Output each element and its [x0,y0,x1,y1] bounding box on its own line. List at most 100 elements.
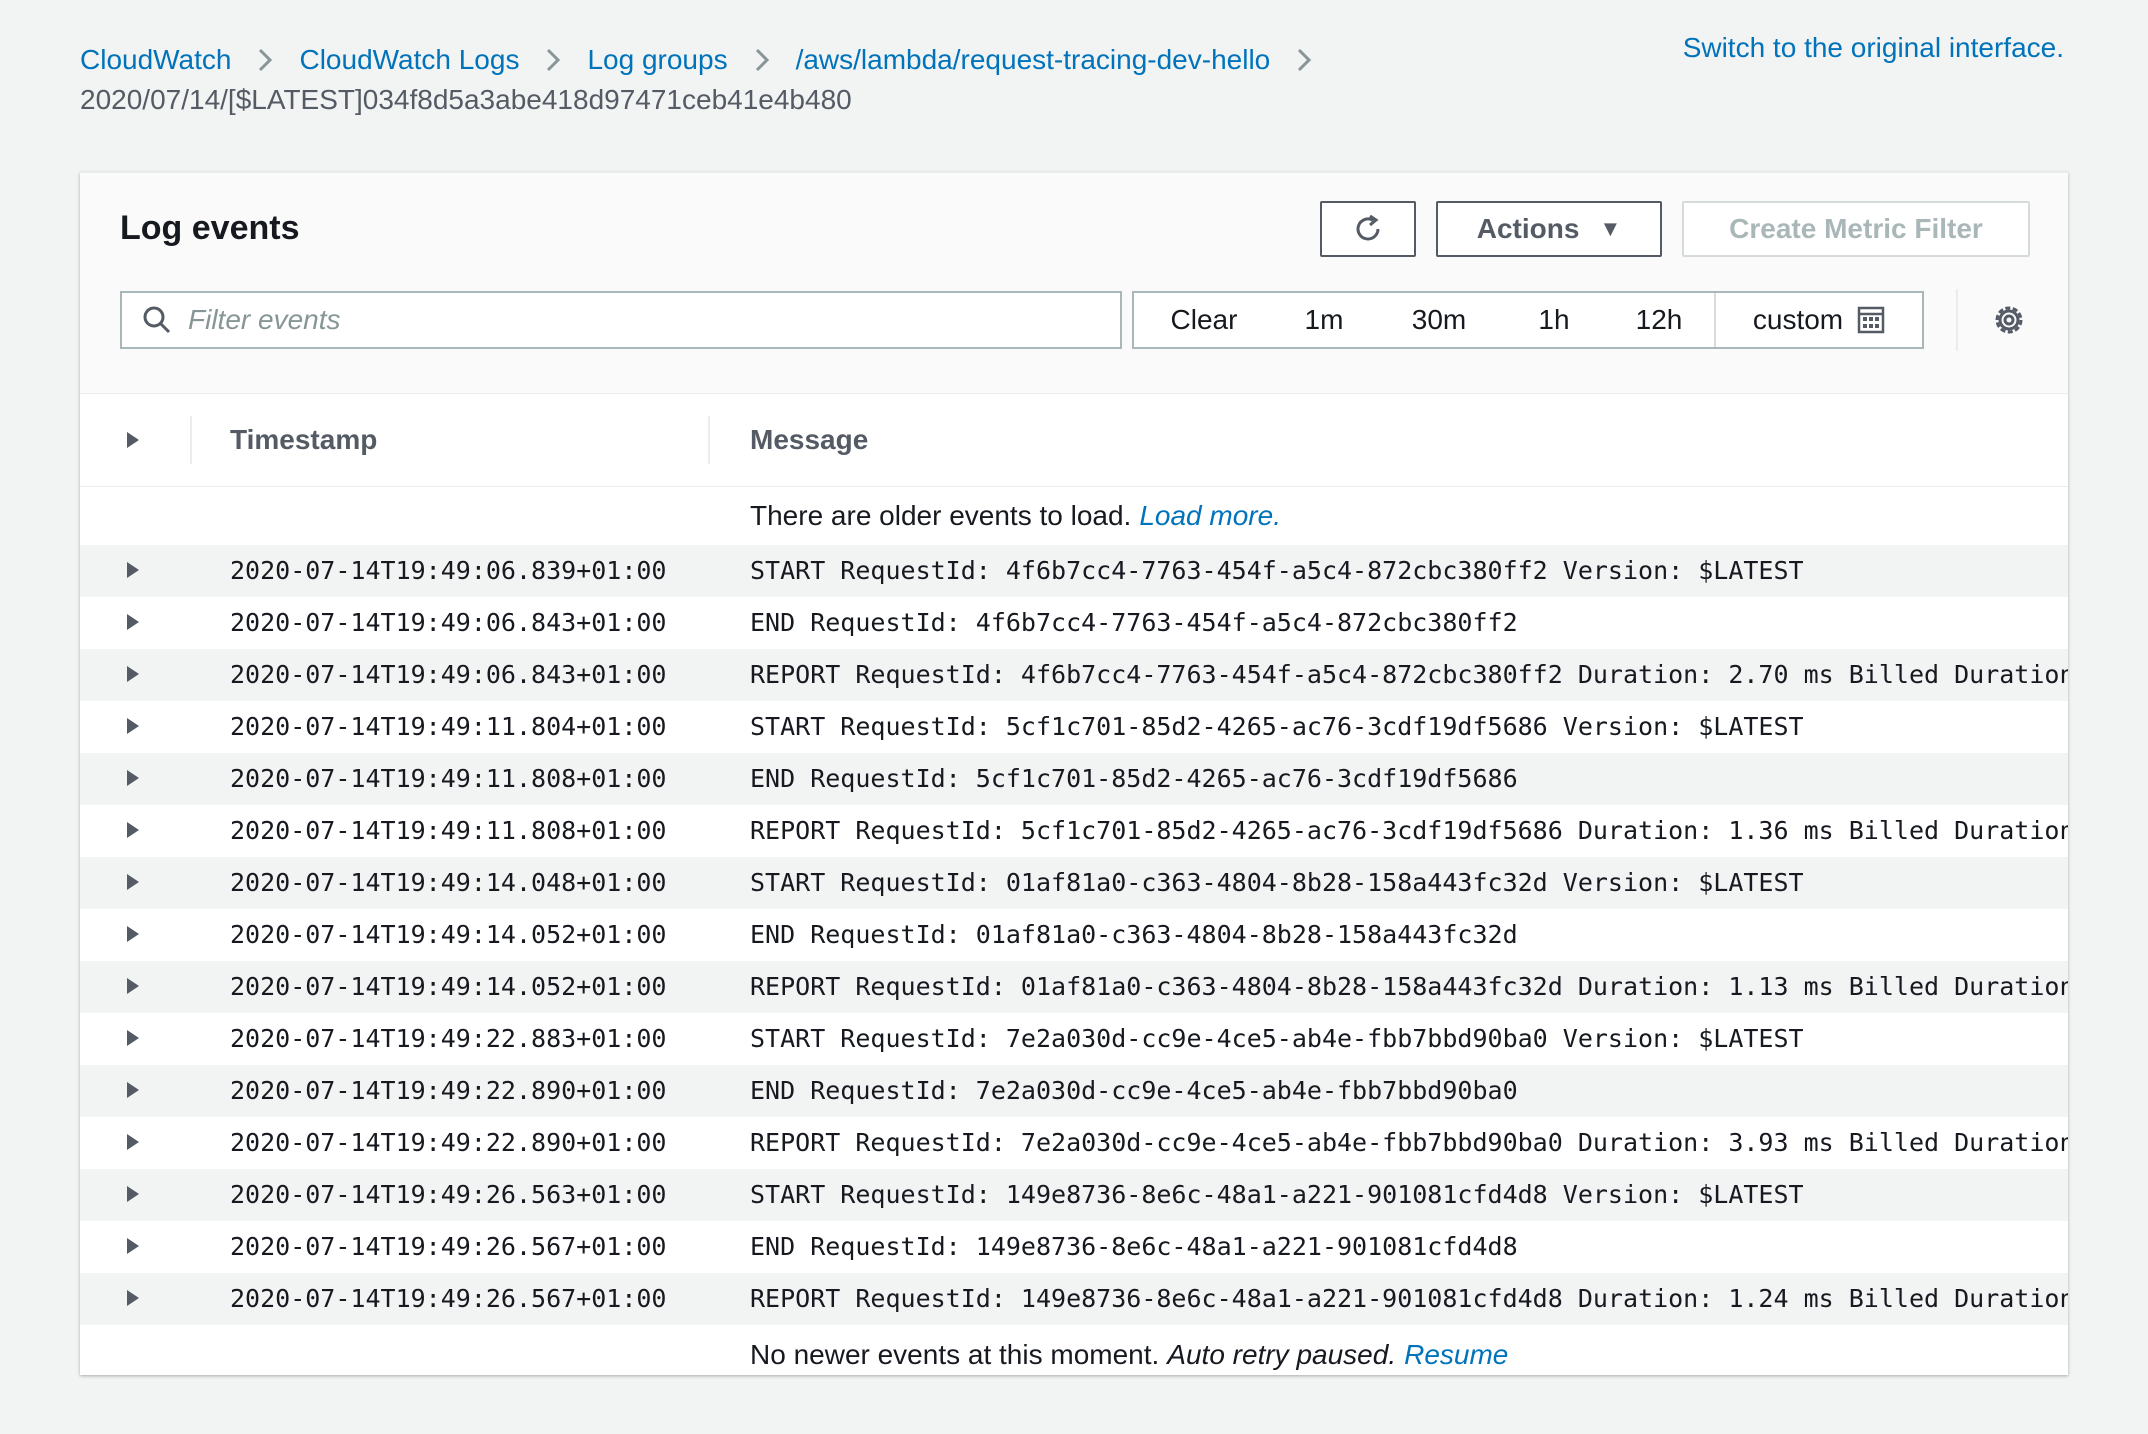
actions-button[interactable]: Actions ▼ [1436,201,1662,257]
expand-triangle-icon[interactable] [124,977,142,995]
expand-triangle-icon[interactable] [124,1081,142,1099]
auto-retry-text: Auto retry paused. [1167,1339,1397,1370]
range-12h-button[interactable]: 12h [1604,304,1714,336]
row-timestamp: 2020-07-14T19:49:14.052+01:00 [230,920,667,949]
expand-triangle-icon[interactable] [124,561,142,579]
table-row[interactable]: 2020-07-14T19:49:14.048+01:00 START Reque… [80,857,2068,909]
expand-triangle-icon[interactable] [124,873,142,891]
row-message: START RequestId: 149e8736-8e6c-48a1-a221… [750,1180,1804,1209]
table-row[interactable]: 2020-07-14T19:49:22.883+01:00 START Reque… [80,1013,2068,1065]
row-message: END RequestId: 01af81a0-c363-4804-8b28-1… [750,920,1518,949]
newer-events-notice: No newer events at this moment. Auto ret… [80,1325,2068,1385]
expand-triangle-icon[interactable] [124,1289,142,1307]
row-message: START RequestId: 01af81a0-c363-4804-8b28… [750,868,1804,897]
row-message: END RequestId: 149e8736-8e6c-48a1-a221-9… [750,1232,1518,1261]
filter-events-input[interactable] [186,303,1090,337]
table-row[interactable]: 2020-07-14T19:49:22.890+01:00 REPORT Requ… [80,1117,2068,1169]
caret-down-icon: ▼ [1599,216,1622,241]
row-timestamp: 2020-07-14T19:49:14.048+01:00 [230,868,667,897]
row-timestamp: 2020-07-14T19:49:06.843+01:00 [230,660,667,689]
table-row[interactable]: 2020-07-14T19:49:11.804+01:00 START Reque… [80,701,2068,753]
filter-events-field[interactable] [120,291,1122,349]
table-row[interactable]: 2020-07-14T19:49:26.567+01:00 REPORT Requ… [80,1273,2068,1325]
row-timestamp: 2020-07-14T19:49:14.052+01:00 [230,972,667,1001]
row-message: REPORT RequestId: 149e8736-8e6c-48a1-a22… [750,1284,2068,1313]
actions-label: Actions [1476,213,1580,244]
expand-triangle-icon[interactable] [124,1029,142,1047]
chevron-right-icon [545,47,561,73]
expand-triangle-icon[interactable] [124,1237,142,1255]
expand-triangle-icon[interactable] [124,1133,142,1151]
table-header: Timestamp Message [80,394,2068,487]
column-message[interactable]: Message [750,394,868,486]
row-timestamp: 2020-07-14T19:49:22.883+01:00 [230,1024,667,1053]
table-row[interactable]: 2020-07-14T19:49:26.563+01:00 START Reque… [80,1169,2068,1221]
gear-icon[interactable] [1990,301,2028,339]
expand-triangle-icon[interactable] [124,821,142,839]
time-range-selector: Clear 1m 30m 1h 12h custom [1132,291,1924,349]
row-timestamp: 2020-07-14T19:49:06.839+01:00 [230,556,667,585]
range-1h-button[interactable]: 1h [1504,304,1604,336]
row-message: END RequestId: 5cf1c701-85d2-4265-ac76-3… [750,764,1518,793]
panel-title: Log events [120,209,300,247]
breadcrumb: CloudWatch CloudWatch Logs Log groups /a… [80,40,1780,120]
range-custom-label: custom [1752,304,1844,335]
row-timestamp: 2020-07-14T19:49:22.890+01:00 [230,1128,667,1157]
row-timestamp: 2020-07-14T19:49:26.567+01:00 [230,1284,667,1313]
table-row[interactable]: 2020-07-14T19:49:06.843+01:00 END Request… [80,597,2068,649]
chevron-right-icon [754,47,770,73]
log-events-panel: Log events Actions ▼ Create Metric Filte… [80,172,2068,1375]
chevron-right-icon [1296,47,1312,73]
expand-triangle-icon[interactable] [124,717,142,735]
range-1m-button[interactable]: 1m [1274,304,1374,336]
breadcrumb-cloudwatch[interactable]: CloudWatch [80,40,231,80]
expand-triangle-icon[interactable] [124,665,142,683]
resume-link[interactable]: Resume [1404,1339,1508,1371]
breadcrumb-current-stream: 2020/07/14/[$LATEST]034f8d5a3abe418d9747… [80,84,852,115]
calendar-icon [1857,306,1885,334]
table-row[interactable]: 2020-07-14T19:49:11.808+01:00 END Request… [80,753,2068,805]
row-timestamp: 2020-07-14T19:49:11.804+01:00 [230,712,667,741]
range-clear-button[interactable]: Clear [1134,304,1274,336]
expand-triangle-icon[interactable] [124,1185,142,1203]
table-row[interactable]: 2020-07-14T19:49:14.052+01:00 REPORT Requ… [80,961,2068,1013]
row-message: END RequestId: 4f6b7cc4-7763-454f-a5c4-8… [750,608,1518,637]
breadcrumb-log-groups[interactable]: Log groups [587,40,727,80]
table-row[interactable]: 2020-07-14T19:49:26.567+01:00 END Request… [80,1221,2068,1273]
breadcrumb-cloudwatch-logs[interactable]: CloudWatch Logs [299,40,519,80]
row-message: REPORT RequestId: 4f6b7cc4-7763-454f-a5c… [750,660,2068,689]
refresh-icon [1356,214,1380,241]
log-rows: 2020-07-14T19:49:06.839+01:00 START Reque… [80,545,2068,1325]
refresh-button[interactable] [1320,201,1416,257]
column-divider [708,416,710,464]
expand-triangle-icon[interactable] [124,613,142,631]
switch-interface-link[interactable]: Switch to the original interface. [1683,32,2064,64]
breadcrumb-log-group-name[interactable]: /aws/lambda/request-tracing-dev-hello [796,40,1271,80]
load-more-link[interactable]: Load more. [1139,500,1281,532]
row-timestamp: 2020-07-14T19:49:06.843+01:00 [230,608,667,637]
table-row[interactable]: 2020-07-14T19:49:14.052+01:00 END Request… [80,909,2068,961]
column-timestamp[interactable]: Timestamp [230,394,377,486]
row-message: START RequestId: 5cf1c701-85d2-4265-ac76… [750,712,1804,741]
table-row[interactable]: 2020-07-14T19:49:06.839+01:00 START Reque… [80,545,2068,597]
table-row[interactable]: 2020-07-14T19:49:06.843+01:00 REPORT Requ… [80,649,2068,701]
expand-triangle-icon[interactable] [124,769,142,787]
row-message: END RequestId: 7e2a030d-cc9e-4ce5-ab4e-f… [750,1076,1518,1105]
panel-header: Log events Actions ▼ Create Metric Filte… [80,173,2068,394]
chevron-right-icon [257,47,273,73]
older-events-text: There are older events to load. [750,500,1132,531]
row-timestamp: 2020-07-14T19:49:11.808+01:00 [230,816,667,845]
search-icon [143,306,171,334]
table-row[interactable]: 2020-07-14T19:49:22.890+01:00 END Request… [80,1065,2068,1117]
row-timestamp: 2020-07-14T19:49:26.563+01:00 [230,1180,667,1209]
range-custom-button[interactable]: custom [1714,293,1922,347]
row-timestamp: 2020-07-14T19:49:22.890+01:00 [230,1076,667,1105]
row-timestamp: 2020-07-14T19:49:26.567+01:00 [230,1232,667,1261]
expand-triangle-icon[interactable] [124,925,142,943]
row-message: REPORT RequestId: 01af81a0-c363-4804-8b2… [750,972,2068,1001]
expand-all-icon[interactable] [124,431,142,449]
row-message: REPORT RequestId: 7e2a030d-cc9e-4ce5-ab4… [750,1128,2068,1157]
create-metric-filter-button[interactable]: Create Metric Filter [1682,201,2030,257]
range-30m-button[interactable]: 30m [1374,304,1504,336]
table-row[interactable]: 2020-07-14T19:49:11.808+01:00 REPORT Requ… [80,805,2068,857]
